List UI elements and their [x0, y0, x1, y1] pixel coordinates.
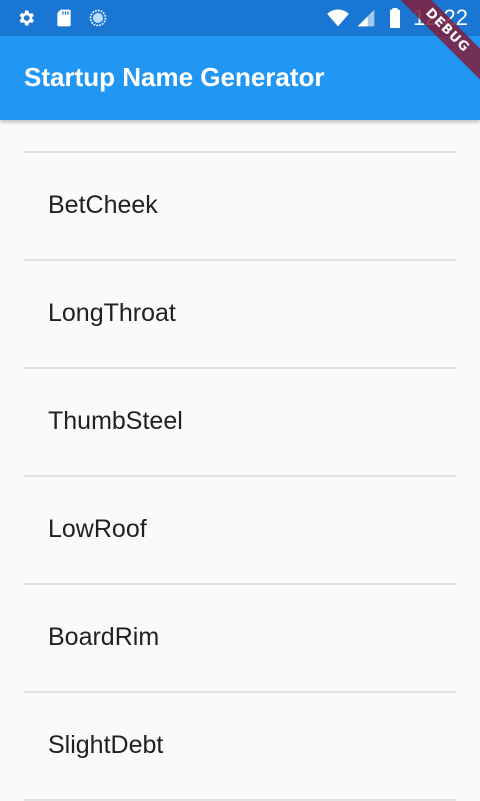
- list-item[interactable]: SlightDebt: [24, 693, 456, 801]
- list-item-label: BetCheek: [48, 191, 158, 219]
- wifi-icon: [324, 8, 352, 28]
- list-item[interactable]: LongThroat: [24, 261, 456, 369]
- gear-icon: [16, 8, 36, 28]
- list-item[interactable]: BoardRim: [24, 585, 456, 693]
- list-item[interactable]: BetCheek: [24, 153, 456, 261]
- app-bar: Startup Name Generator: [0, 36, 480, 120]
- list-item[interactable]: ThumbSteel: [24, 369, 456, 477]
- list-item-label: ThumbSteel: [48, 407, 183, 435]
- page-title: Startup Name Generator: [24, 62, 325, 92]
- list-item[interactable]: LowRoof: [24, 477, 456, 585]
- signal-icon: [354, 8, 378, 28]
- sync-circle-icon: [88, 8, 108, 28]
- battery-icon: [388, 8, 402, 28]
- sd-card-icon: [54, 8, 74, 28]
- list-item-label: BoardRim: [48, 623, 160, 651]
- list-divider: [24, 120, 456, 153]
- list-item-label: LowRoof: [48, 515, 147, 543]
- list-item-label: SlightDebt: [48, 731, 164, 759]
- list-item-label: LongThroat: [48, 299, 176, 327]
- name-list: BetCheek LongThroat ThumbSteel LowRoof B…: [24, 120, 456, 801]
